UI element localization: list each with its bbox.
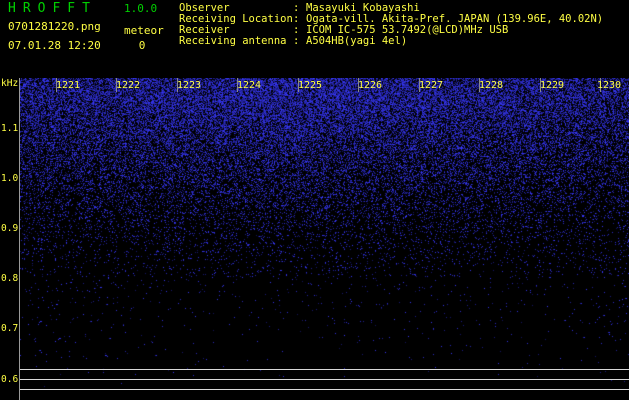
reference-line	[20, 389, 629, 390]
time-label: 1224	[236, 80, 262, 91]
freq-tick-label: 1.0	[1, 173, 19, 184]
time-label: 1230	[596, 80, 622, 91]
time-label: 1225	[297, 80, 323, 91]
freq-tick-label: 0.9	[1, 223, 19, 234]
spectrogram-noise	[20, 78, 629, 400]
time-label: 1223	[176, 80, 202, 91]
file-name: 0701281220.png	[8, 20, 101, 33]
time-label: 1222	[115, 80, 141, 91]
info-separator: :	[293, 35, 300, 47]
spectrogram: kHz 1.1 1.0 0.9 0.8 0.7 0.6 1221 1222 12…	[0, 78, 629, 400]
frequency-axis	[19, 78, 20, 400]
info-row-antenna: Receiving antenna : A504HB(yagi 4el)	[179, 36, 603, 47]
station-info: Observer : Masayuki Kobayashi Receiving …	[179, 3, 603, 47]
time-label: 1226	[357, 80, 383, 91]
freq-tick-label: 0.8	[1, 273, 19, 284]
time-label: 1228	[478, 80, 504, 91]
freq-tick-label: 0.6	[1, 374, 19, 385]
reference-line	[20, 369, 629, 370]
meteor-count: 0	[138, 39, 146, 52]
time-label: 1221	[55, 80, 81, 91]
app-version: 1.0.0	[124, 2, 158, 15]
freq-tick-label: 0.7	[1, 323, 19, 334]
info-key: Receiving antenna	[179, 35, 287, 47]
info-header: HROFFT 1.0.0 0701281220.png meteor 07.01…	[0, 0, 629, 78]
app-title: HROFFT	[8, 1, 97, 16]
date-time: 07.01.28 12:20	[8, 39, 101, 52]
frequency-unit-label: kHz	[1, 78, 19, 89]
freq-tick-label: 1.1	[1, 123, 19, 134]
reference-line	[20, 379, 629, 380]
time-label: 1227	[418, 80, 444, 91]
meteor-label: meteor	[124, 24, 164, 37]
info-value: A504HB(yagi 4el)	[306, 35, 408, 47]
time-label: 1229	[539, 80, 565, 91]
